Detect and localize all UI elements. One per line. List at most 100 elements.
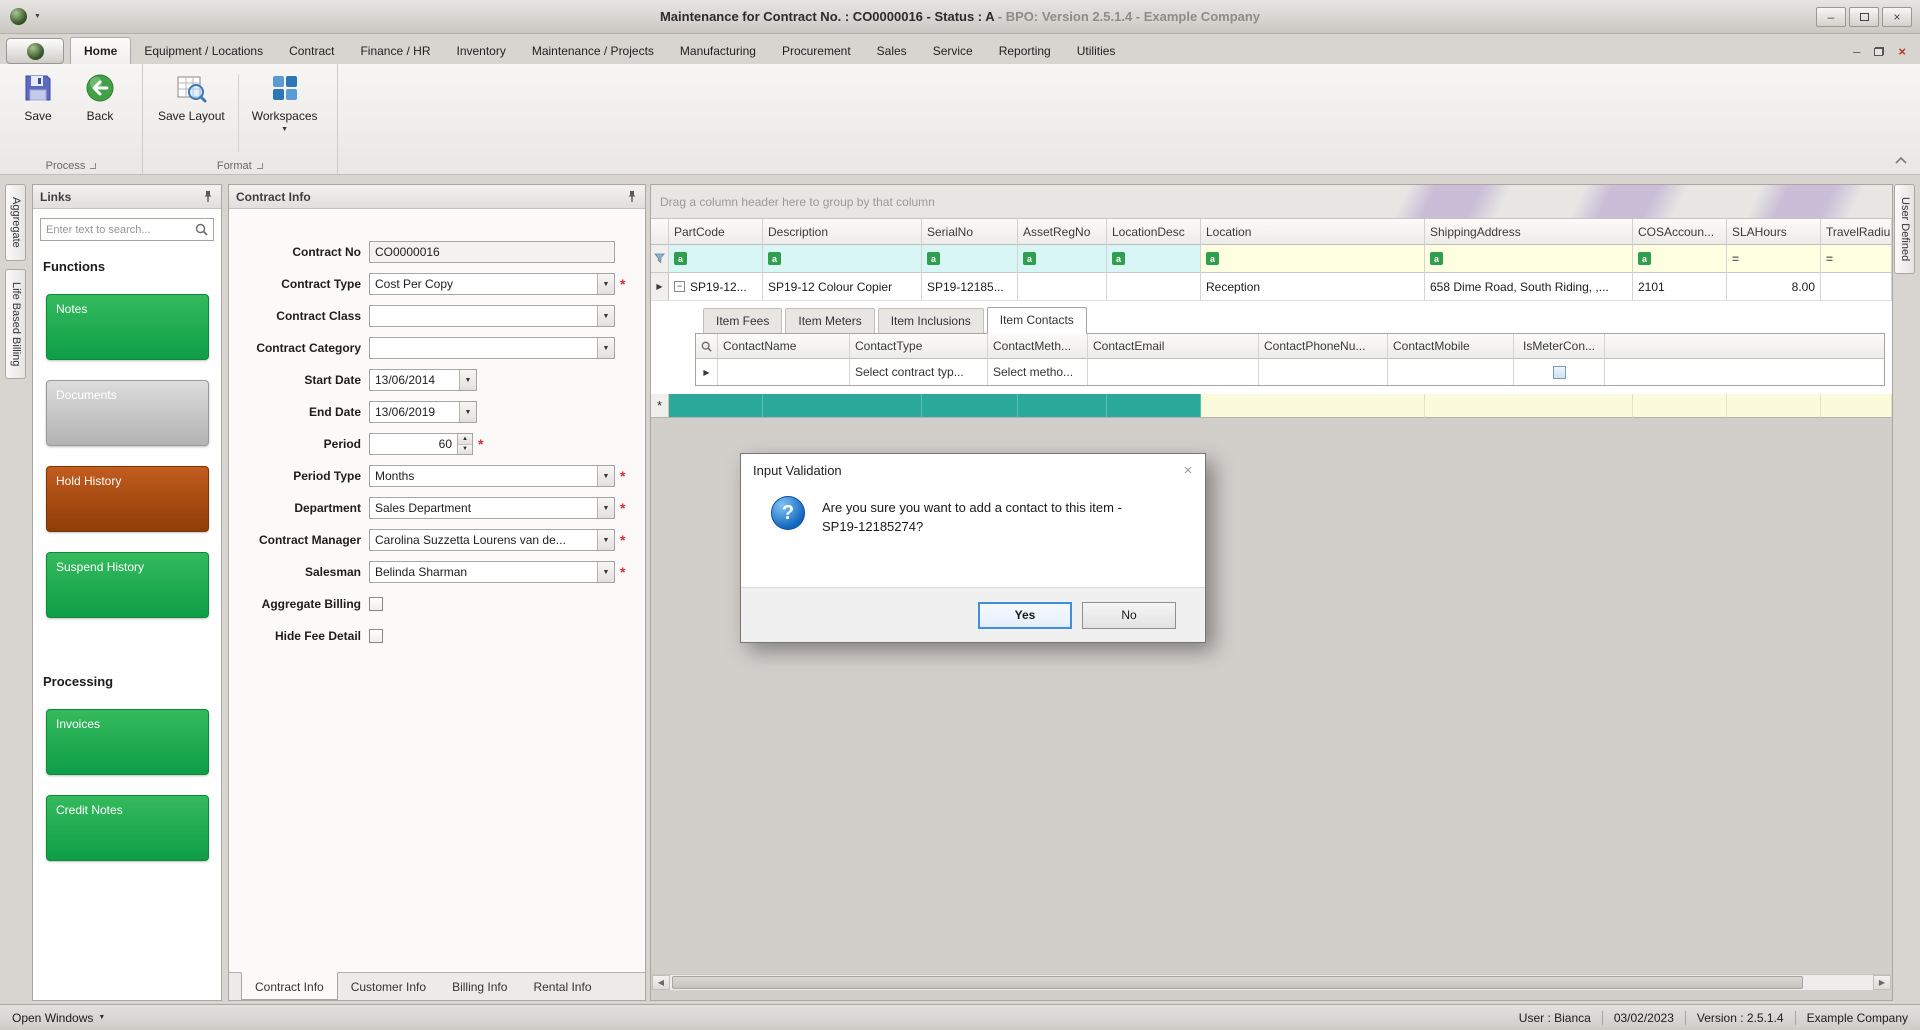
column-header-partcode[interactable]: PartCode: [669, 219, 763, 245]
filter-cell-slahours[interactable]: =: [1727, 245, 1821, 273]
cell-travelradius[interactable]: [1821, 273, 1892, 301]
maximize-button[interactable]: [1849, 6, 1879, 27]
cell-serialno[interactable]: SP19-12185...: [922, 273, 1018, 301]
chevron-down-icon[interactable]: ▼: [597, 498, 614, 518]
column-header-serialno[interactable]: SerialNo: [922, 219, 1018, 245]
new-row-cell[interactable]: [1821, 394, 1892, 418]
tab-item-meters[interactable]: Item Meters: [785, 308, 875, 333]
minimize-button[interactable]: –: [1816, 6, 1846, 27]
column-header-cosaccount[interactable]: COSAccoun...: [1633, 219, 1727, 245]
pin-icon[interactable]: [626, 190, 638, 203]
ribbon-collapse-button[interactable]: [1894, 154, 1908, 168]
tab-item-fees[interactable]: Item Fees: [703, 308, 783, 333]
new-row-cell[interactable]: [763, 394, 922, 418]
column-header-ismetercontact[interactable]: IsMeterCon...: [1514, 334, 1605, 359]
search-input[interactable]: [46, 223, 191, 236]
cell-description[interactable]: SP19-12 Colour Copier: [763, 273, 922, 301]
hide-fee-detail-checkbox[interactable]: [369, 629, 383, 643]
workspaces-button[interactable]: Workspaces ▼: [247, 70, 323, 135]
ribbon-tab-reporting[interactable]: Reporting: [986, 38, 1064, 64]
group-by-bar[interactable]: Drag a column header here to group by th…: [651, 185, 1892, 219]
salesman-dropdown[interactable]: Belinda Sharman ▼: [369, 561, 615, 583]
end-date-picker[interactable]: 13/06/2019 ▼: [369, 401, 477, 423]
filter-cell-shippingaddress[interactable]: a: [1425, 245, 1633, 273]
chevron-down-icon[interactable]: ▼: [459, 370, 476, 390]
save-button[interactable]: Save: [10, 70, 66, 125]
back-button[interactable]: Back: [72, 70, 128, 125]
dock-tab-life-based-billing[interactable]: Life Based Billing: [5, 268, 26, 380]
aggregate-billing-checkbox[interactable]: [369, 597, 383, 611]
cell-assetregno[interactable]: [1018, 273, 1107, 301]
column-header-contactmethod[interactable]: ContactMeth...: [988, 334, 1088, 359]
tab-customer-info[interactable]: Customer Info: [338, 973, 439, 1000]
column-header-location[interactable]: Location: [1201, 219, 1425, 245]
dialog-close-button[interactable]: ×: [1171, 454, 1205, 486]
cell-contactphone[interactable]: [1259, 359, 1388, 385]
cell-contactname[interactable]: [718, 359, 850, 385]
chevron-down-icon[interactable]: ▼: [597, 530, 614, 550]
mdi-minimize-button[interactable]: –: [1853, 45, 1860, 58]
scrollbar-track[interactable]: [670, 975, 1873, 990]
new-row-cell[interactable]: [669, 394, 763, 418]
group-launcher-icon[interactable]: [90, 163, 97, 169]
cell-contacttype[interactable]: Select contract typ...: [850, 359, 988, 385]
column-header-shippingaddress[interactable]: ShippingAddress: [1425, 219, 1633, 245]
new-row-cell[interactable]: [1201, 394, 1425, 418]
ribbon-tab-manufacturing[interactable]: Manufacturing: [667, 38, 769, 64]
tab-item-contacts[interactable]: Item Contacts: [986, 307, 1087, 334]
column-header-contactname[interactable]: ContactName: [718, 334, 850, 359]
dock-tab-aggregate[interactable]: Aggregate: [5, 184, 26, 261]
yes-button[interactable]: Yes: [978, 601, 1072, 629]
cell-contactmethod[interactable]: Select metho...: [988, 359, 1088, 385]
department-dropdown[interactable]: Sales Department ▼: [369, 497, 615, 519]
ribbon-tab-utilities[interactable]: Utilities: [1064, 38, 1129, 64]
scroll-right-button[interactable]: ▶: [1873, 975, 1891, 990]
ribbon-tab-equipment-locations[interactable]: Equipment / Locations: [131, 38, 276, 64]
hold-history-button[interactable]: Hold History: [46, 466, 209, 532]
ribbon-tab-procurement[interactable]: Procurement: [769, 38, 864, 64]
tab-item-inclusions[interactable]: Item Inclusions: [877, 308, 984, 333]
column-header-locationdesc[interactable]: LocationDesc: [1107, 219, 1201, 245]
pin-icon[interactable]: [202, 190, 214, 203]
invoices-button[interactable]: Invoices: [46, 709, 209, 775]
cell-ismetercontact[interactable]: [1514, 359, 1605, 385]
contract-type-dropdown[interactable]: Cost Per Copy ▼: [369, 273, 615, 295]
period-stepper[interactable]: 60 ▲ ▼: [369, 433, 473, 455]
grid-data-row[interactable]: ▶ − SP19-12... SP19-12 Colour Copier SP1…: [651, 273, 1892, 301]
close-button[interactable]: ×: [1882, 6, 1912, 27]
contract-category-dropdown[interactable]: ▼: [369, 337, 615, 359]
column-header-contactphone[interactable]: ContactPhoneNu...: [1259, 334, 1388, 359]
chevron-down-icon[interactable]: ▼: [34, 13, 41, 20]
cell-partcode[interactable]: − SP19-12...: [669, 273, 763, 301]
new-row[interactable]: *: [651, 394, 1892, 418]
tab-billing-info[interactable]: Billing Info: [439, 973, 520, 1000]
collapse-detail-icon[interactable]: −: [674, 281, 685, 292]
spin-down-icon[interactable]: ▼: [458, 443, 472, 454]
ribbon-tab-home[interactable]: Home: [70, 37, 132, 64]
new-row-cell[interactable]: [1107, 394, 1201, 418]
no-button[interactable]: No: [1082, 601, 1176, 629]
credit-notes-button[interactable]: Credit Notes: [46, 795, 209, 861]
filter-cell-travelradius[interactable]: =: [1821, 245, 1892, 273]
mdi-restore-button[interactable]: [1874, 47, 1885, 56]
column-header-assetregno[interactable]: AssetRegNo: [1018, 219, 1107, 245]
ribbon-tab-maintenance-projects[interactable]: Maintenance / Projects: [519, 38, 667, 64]
dock-tab-user-defined[interactable]: User Defined: [1894, 184, 1915, 275]
filter-cell-partcode[interactable]: a: [669, 245, 763, 273]
spin-up-icon[interactable]: ▲: [458, 434, 472, 444]
cell-contactmobile[interactable]: [1388, 359, 1514, 385]
scrollbar-thumb[interactable]: [672, 976, 1803, 989]
cell-cosaccount[interactable]: 2101: [1633, 273, 1727, 301]
save-layout-button[interactable]: Save Layout: [153, 70, 230, 125]
suspend-history-button[interactable]: Suspend History: [46, 552, 209, 618]
new-row-cell[interactable]: [1018, 394, 1107, 418]
filter-cell-serialno[interactable]: a: [922, 245, 1018, 273]
ribbon-tab-finance-hr[interactable]: Finance / HR: [347, 38, 443, 64]
horizontal-scrollbar[interactable]: ◀ ▶: [652, 974, 1891, 990]
chevron-down-icon[interactable]: ▼: [459, 402, 476, 422]
subgrid-data-row[interactable]: ▶ Select contract typ... Select metho...: [696, 359, 1884, 385]
start-date-picker[interactable]: 13/06/2014 ▼: [369, 369, 477, 391]
column-header-travelradius[interactable]: TravelRadiu...: [1821, 219, 1892, 245]
chevron-down-icon[interactable]: ▼: [597, 306, 614, 326]
open-windows-dropdown[interactable]: Open Windows ▼: [12, 1011, 105, 1025]
